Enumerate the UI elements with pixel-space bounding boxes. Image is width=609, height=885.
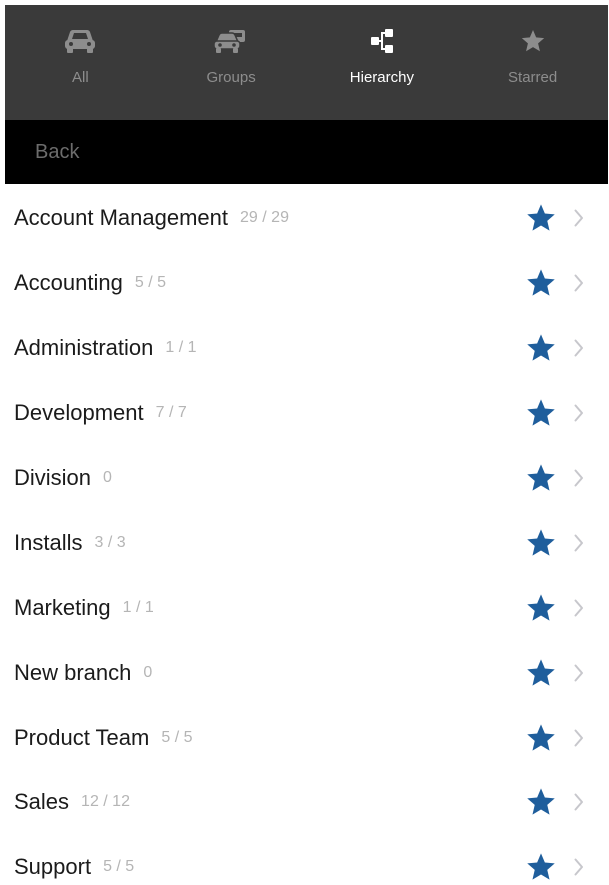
list-item-count: 0 <box>103 469 112 486</box>
navigation-bar: Back <box>5 120 608 184</box>
chevron-right-icon <box>574 469 584 487</box>
chevron-right-icon <box>574 274 584 292</box>
list-item-count: 29 / 29 <box>240 209 289 227</box>
list-item-count: 7 / 7 <box>155 404 187 422</box>
chevron-right-icon <box>574 664 584 682</box>
star-icon[interactable] <box>524 592 558 624</box>
car-icon <box>63 27 97 55</box>
list-item-name: Support <box>14 854 92 880</box>
back-button[interactable]: Back <box>35 141 79 164</box>
star-icon[interactable] <box>524 851 558 883</box>
list-item-name: New branch <box>14 659 132 685</box>
star-icon[interactable] <box>524 462 558 494</box>
list-item[interactable]: New branch 0 <box>0 640 609 705</box>
star-icon[interactable] <box>524 527 558 559</box>
app-frame: All Groups Hierarchy Starred Back Accoun… <box>0 0 609 885</box>
tab-starred[interactable]: Starred <box>457 5 608 120</box>
tab-all[interactable]: All <box>5 5 156 120</box>
list-item[interactable]: Division 0 <box>0 446 609 511</box>
chevron-right-icon <box>574 793 584 811</box>
tab-hierarchy-label: Hierarchy <box>349 69 414 86</box>
list-item[interactable]: Support 5 / 5 <box>0 835 609 885</box>
tab-all-label: All <box>72 69 89 86</box>
list-item[interactable]: Account Management 29 / 29 <box>0 186 609 251</box>
chevron-right-icon <box>574 599 584 617</box>
list-item[interactable]: Administration 1 / 1 <box>0 316 609 381</box>
list-item-count: 1 / 1 <box>165 339 197 357</box>
list-item-count: 3 / 3 <box>94 533 126 551</box>
star-icon[interactable] <box>524 397 558 429</box>
tab-groups-label: Groups <box>206 69 256 86</box>
list-item[interactable]: Accounting 5 / 5 <box>0 251 609 316</box>
groups-icon <box>213 27 249 55</box>
list-item-name: Development <box>14 400 144 426</box>
list-item-count: 12 / 12 <box>81 793 130 811</box>
chevron-right-icon <box>574 339 584 357</box>
chevron-right-icon <box>574 534 584 552</box>
list-item-name: Sales <box>14 789 70 815</box>
list-item[interactable]: Installs 3 / 3 <box>0 510 609 575</box>
list-item-count: 5 / 5 <box>103 858 135 876</box>
tab-starred-label: Starred <box>508 69 558 86</box>
hierarchy-icon <box>369 27 395 55</box>
list-item[interactable]: Development 7 / 7 <box>0 381 609 446</box>
list-item[interactable]: Product Team 5 / 5 <box>0 705 609 770</box>
star-icon[interactable] <box>524 332 558 364</box>
star-icon[interactable] <box>524 657 558 689</box>
list-item-name: Product Team <box>14 724 150 750</box>
list-item-name: Accounting <box>14 270 123 296</box>
list-item[interactable]: Marketing 1 / 1 <box>0 575 609 640</box>
chevron-right-icon <box>574 209 584 227</box>
chevron-right-icon <box>574 858 584 876</box>
star-icon[interactable] <box>524 202 558 234</box>
star-icon[interactable] <box>524 786 558 818</box>
chevron-right-icon <box>574 404 584 422</box>
list-item-count: 0 <box>143 663 153 681</box>
list-item-name: Marketing <box>14 594 111 620</box>
list-item-name: Account Management <box>14 205 229 231</box>
list-item-count: 5 / 5 <box>134 274 166 292</box>
tab-groups[interactable]: Groups <box>156 5 307 120</box>
star-icon[interactable] <box>524 722 558 754</box>
list-item-name: Division <box>14 465 92 490</box>
list-item[interactable]: Sales 12 / 12 <box>0 770 609 835</box>
list-item-count: 5 / 5 <box>161 728 193 746</box>
tab-hierarchy[interactable]: Hierarchy <box>307 5 458 120</box>
list-item-count: 1 / 1 <box>122 598 154 616</box>
star-icon[interactable] <box>524 267 558 299</box>
star-icon <box>520 27 546 55</box>
list-item-name: Installs <box>14 529 83 555</box>
hierarchy-list: Account Management 29 / 29 Accounting 5 / 5… <box>0 186 609 885</box>
tab-bar: All Groups Hierarchy Starred <box>5 5 608 120</box>
list-item-name: Administration <box>14 335 154 361</box>
chevron-right-icon <box>574 729 584 747</box>
